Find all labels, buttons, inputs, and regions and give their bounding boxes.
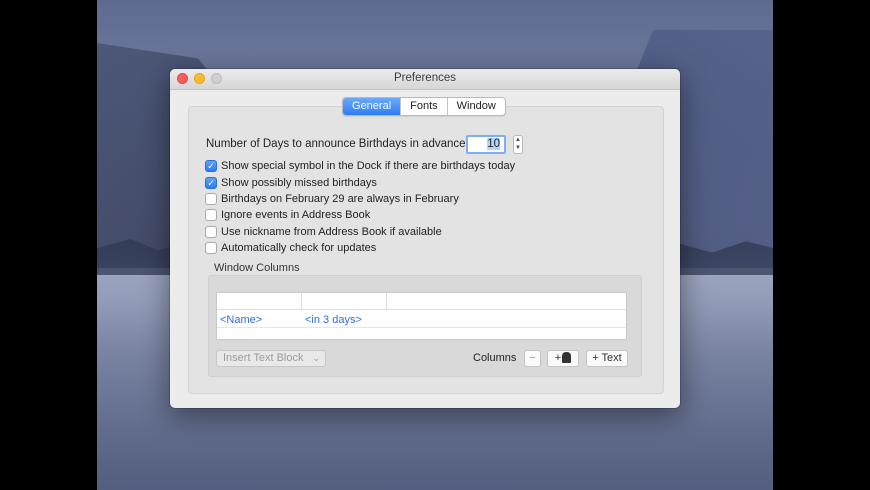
insert-text-block-dropdown[interactable]: Insert Text Block ⌄ (216, 350, 326, 367)
stepper-up-icon[interactable]: ▲ (514, 136, 522, 144)
ignore-events-label: Ignore events in Address Book (221, 209, 371, 221)
option-missed-birthdays[interactable]: ✓ Show possibly missed birthdays (205, 176, 377, 190)
add-text-column-button[interactable]: + Text (586, 350, 628, 367)
dock-symbol-checkbox[interactable]: ✓ (205, 160, 217, 172)
checkmark-icon: ✓ (207, 177, 215, 188)
name-column-cell[interactable]: <Name> (220, 314, 262, 326)
add-person-column-button[interactable]: + (547, 350, 579, 367)
days-in-advance-value: 10 (487, 138, 500, 150)
tab-fonts[interactable]: Fonts (401, 98, 448, 115)
option-check-updates[interactable]: Automatically check for updates (205, 241, 376, 255)
window-title: Preferences (393, 72, 456, 84)
window-columns-label: Window Columns (214, 262, 300, 274)
option-use-nickname[interactable]: Use nickname from Address Book if availa… (205, 225, 442, 239)
days-in-advance-label: Number of Days to announce Birthdays in … (206, 138, 469, 150)
ignore-events-checkbox[interactable] (205, 209, 217, 221)
column-header[interactable] (302, 293, 387, 310)
column-header[interactable] (217, 293, 302, 310)
missed-birthdays-label: Show possibly missed birthdays (221, 177, 377, 189)
option-ignore-events[interactable]: Ignore events in Address Book (205, 208, 370, 222)
option-feb29[interactable]: Birthdays on February 29 are always in F… (205, 192, 459, 206)
tab-window[interactable]: Window (448, 98, 505, 115)
person-icon (562, 352, 572, 363)
missed-birthdays-checkbox[interactable]: ✓ (205, 177, 217, 189)
row-divider (217, 327, 626, 328)
chevron-down-icon: ⌄ (312, 353, 320, 363)
use-nickname-checkbox[interactable] (205, 226, 217, 238)
tab-bar: General Fonts Window (342, 97, 506, 116)
dock-symbol-label: Show special symbol in the Dock if there… (221, 160, 516, 172)
feb29-checkbox[interactable] (205, 193, 217, 205)
columns-table[interactable]: <Name> <in 3 days> (216, 292, 627, 340)
days-stepper[interactable]: ▲ ▼ (513, 135, 523, 154)
column-header[interactable] (387, 293, 626, 310)
remove-column-button[interactable]: − (524, 350, 541, 367)
use-nickname-label: Use nickname from Address Book if availa… (221, 226, 442, 238)
stepper-down-icon[interactable]: ▼ (514, 144, 522, 152)
feb29-label: Birthdays on February 29 are always in F… (221, 193, 459, 205)
insert-text-block-label: Insert Text Block (223, 352, 304, 364)
plus-label: + (554, 352, 562, 364)
check-updates-checkbox[interactable] (205, 242, 217, 254)
preferences-window: Preferences General Fonts Window Number … (170, 69, 680, 408)
checkmark-icon: ✓ (207, 160, 215, 171)
check-updates-label: Automatically check for updates (221, 242, 377, 254)
title-bar[interactable]: Preferences (170, 69, 680, 90)
days-column-cell[interactable]: <in 3 days> (305, 314, 362, 326)
tab-general[interactable]: General (343, 98, 402, 115)
columns-label: Columns (473, 352, 517, 364)
option-dock-symbol[interactable]: ✓ Show special symbol in the Dock if the… (205, 159, 515, 173)
days-in-advance-input[interactable]: 10 (466, 135, 506, 154)
